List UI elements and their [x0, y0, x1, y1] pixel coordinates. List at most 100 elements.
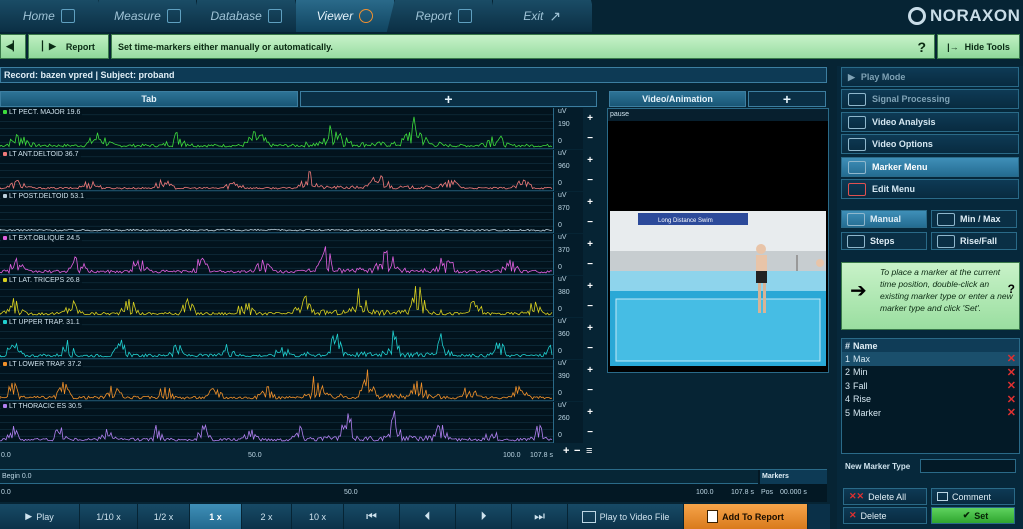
comment-button[interactable]: Comment [931, 488, 1015, 505]
help-icon[interactable]: ? [1008, 283, 1015, 295]
zoom-out-button[interactable]: − [587, 301, 593, 312]
emg-channel-plot[interactable]: LT THORACIC ES 30.5 [0, 402, 553, 443]
noraxon-logo-icon [908, 7, 926, 25]
delete-all-button[interactable]: ✕✕ Delete All [843, 488, 927, 505]
signal-processing-button[interactable]: Signal Processing [841, 89, 1019, 109]
comment-icon [937, 492, 948, 501]
zoom-in-button[interactable]: + [587, 113, 593, 124]
marker-type-risefall[interactable]: Rise/Fall [931, 232, 1017, 250]
timeline-track[interactable]: Begin 0.0 [0, 470, 758, 484]
channel-unit: uV [558, 108, 567, 115]
zoom-out-button[interactable]: − [587, 385, 593, 396]
play-to-video-file-button[interactable]: Play to Video File [568, 504, 684, 529]
nav-tab-viewer[interactable]: Viewer [296, 0, 395, 32]
new-marker-type-input[interactable] [920, 459, 1016, 473]
speed-10x-button[interactable]: 10 x [292, 504, 344, 529]
marker-menu-button[interactable]: Marker Menu [841, 157, 1019, 177]
skip-to-end-button[interactable]: ⏭ [512, 504, 568, 529]
timeline-end: 100.0 [696, 489, 714, 496]
add-video-tab-button[interactable]: + [748, 91, 826, 107]
zoom-out-button[interactable]: − [587, 217, 593, 228]
channel-color-icon [3, 320, 7, 324]
emg-trace [0, 116, 553, 148]
help-icon[interactable]: ? [917, 39, 926, 55]
video-options-button[interactable]: Video Options [841, 134, 1019, 154]
add-tab-button[interactable]: + [300, 91, 597, 107]
video-camera-icon [848, 137, 866, 151]
channel-value: 26.8 [66, 277, 80, 284]
emg-channel-plot[interactable]: LT LOWER TRAP. 37.2 [0, 360, 553, 401]
speed-1x-button[interactable]: 1 x [190, 504, 242, 529]
edit-menu-button[interactable]: Edit Menu [841, 179, 1019, 199]
marker-list-item[interactable]: 1 Max ✕ [842, 352, 1019, 366]
channel-value: 37.2 [67, 361, 82, 368]
marker-type-minmax[interactable]: Min / Max [931, 210, 1017, 228]
emg-axis-total: 107.8 s [530, 452, 553, 459]
position-label: Pos [761, 489, 774, 496]
nav-tab-exit[interactable]: Exit ↗ [493, 0, 593, 32]
zoom-out-button[interactable]: − [587, 343, 593, 354]
emg-channel-plot[interactable]: LT LAT. TRICEPS 26.8 [0, 276, 553, 317]
zoom-in-button[interactable]: + [587, 323, 593, 334]
set-button[interactable]: ✔ Set [931, 507, 1015, 524]
collapse-left-button[interactable]: ◀▏ [0, 34, 26, 59]
emg-channel-plot[interactable]: LT POST.DELTOID 53.1 [0, 192, 553, 233]
delete-button[interactable]: ✕ Delete [843, 507, 927, 524]
tab-emg[interactable]: Tab [0, 91, 298, 107]
zoom-in-button[interactable]: + [587, 155, 593, 166]
delete-marker-icon[interactable]: ✕ [1007, 406, 1016, 419]
zoom-in-button[interactable]: + [587, 281, 593, 292]
speed-1-10-button[interactable]: 1/10 x [80, 504, 138, 529]
zoom-out-button[interactable]: − [587, 427, 593, 438]
nav-tab-measure[interactable]: Measure [99, 0, 198, 32]
speed-1-2-button[interactable]: 1/2 x [138, 504, 190, 529]
nav-tab-report[interactable]: Report [395, 0, 494, 32]
zoom-out-button[interactable]: − [587, 259, 593, 270]
emg-channel-plot[interactable]: LT EXT.OBLIQUE 24.5 [0, 234, 553, 275]
add-to-report-button[interactable]: Add To Report [684, 504, 808, 529]
timeline-scrubber[interactable]: Begin 0.0 Markers 0.0 50.0 100.0 107.8 s… [0, 469, 827, 502]
marker-list-item[interactable]: 3 Fall ✕ [842, 379, 1019, 393]
emg-channel-label: LT UPPER TRAP. 31.1 [1, 319, 82, 326]
video-frame[interactable]: Long Distance Swim [608, 121, 828, 373]
video-analysis-button[interactable]: Video Analysis [841, 112, 1019, 132]
skip-to-start-button[interactable]: ⏮ [344, 504, 400, 529]
nav-tab-home[interactable]: Home [0, 0, 99, 32]
play-button[interactable]: ▶ Play [0, 504, 80, 529]
skip-forward-icon: ⏭ [534, 509, 545, 523]
zoom-out-button[interactable]: − [587, 133, 593, 144]
delete-marker-icon[interactable]: ✕ [1007, 393, 1016, 406]
zoom-in-button[interactable]: + [587, 365, 593, 376]
steps-icon [847, 234, 865, 248]
marker-type-manual[interactable]: Manual [841, 210, 927, 228]
nav-tab-database[interactable]: Database [197, 0, 297, 32]
emg-channel-plot[interactable]: LT PECT. MAJOR 19.6 [0, 108, 553, 149]
step-back-button[interactable]: ⏴ [400, 504, 456, 529]
emg-channel-axis: uV 390 0 [553, 360, 583, 401]
marker-list-item[interactable]: 2 Min ✕ [842, 366, 1019, 380]
delete-marker-icon[interactable]: ✕ [1007, 366, 1016, 379]
delete-marker-icon[interactable]: ✕ [1007, 352, 1016, 365]
tab-video-animation[interactable]: Video/Animation [609, 91, 746, 107]
zoom-in-button[interactable]: + [587, 239, 593, 250]
zoom-in-button[interactable]: + [587, 407, 593, 418]
zoom-out-all-button[interactable]: − [574, 445, 580, 457]
report-button[interactable]: ▏▶ Report [28, 34, 109, 59]
channel-max: 360 [558, 331, 570, 338]
marker-number: 5 [844, 407, 850, 418]
marker-list-item[interactable]: 5 Marker ✕ [842, 406, 1019, 420]
delete-marker-icon[interactable]: ✕ [1007, 379, 1016, 392]
fit-all-button[interactable]: ≡ [586, 445, 592, 457]
hide-tools-button[interactable]: |→ Hide Tools [937, 34, 1020, 59]
step-forward-button[interactable]: ⏵ [456, 504, 512, 529]
marker-list-item[interactable]: 4 Rise ✕ [842, 393, 1019, 407]
emg-channel-plot[interactable]: LT UPPER TRAP. 31.1 [0, 318, 553, 359]
zoom-in-all-button[interactable]: + [563, 445, 569, 457]
zoom-out-button[interactable]: − [587, 175, 593, 186]
marker-name: Max [853, 353, 871, 364]
speed-2x-button[interactable]: 2 x [242, 504, 292, 529]
marker-type-steps[interactable]: Steps [841, 232, 927, 250]
play-mode-button[interactable]: ▶ Play Mode [841, 67, 1019, 87]
zoom-in-button[interactable]: + [587, 197, 593, 208]
emg-channel-plot[interactable]: LT ANT.DELTOID 36.7 [0, 150, 553, 191]
